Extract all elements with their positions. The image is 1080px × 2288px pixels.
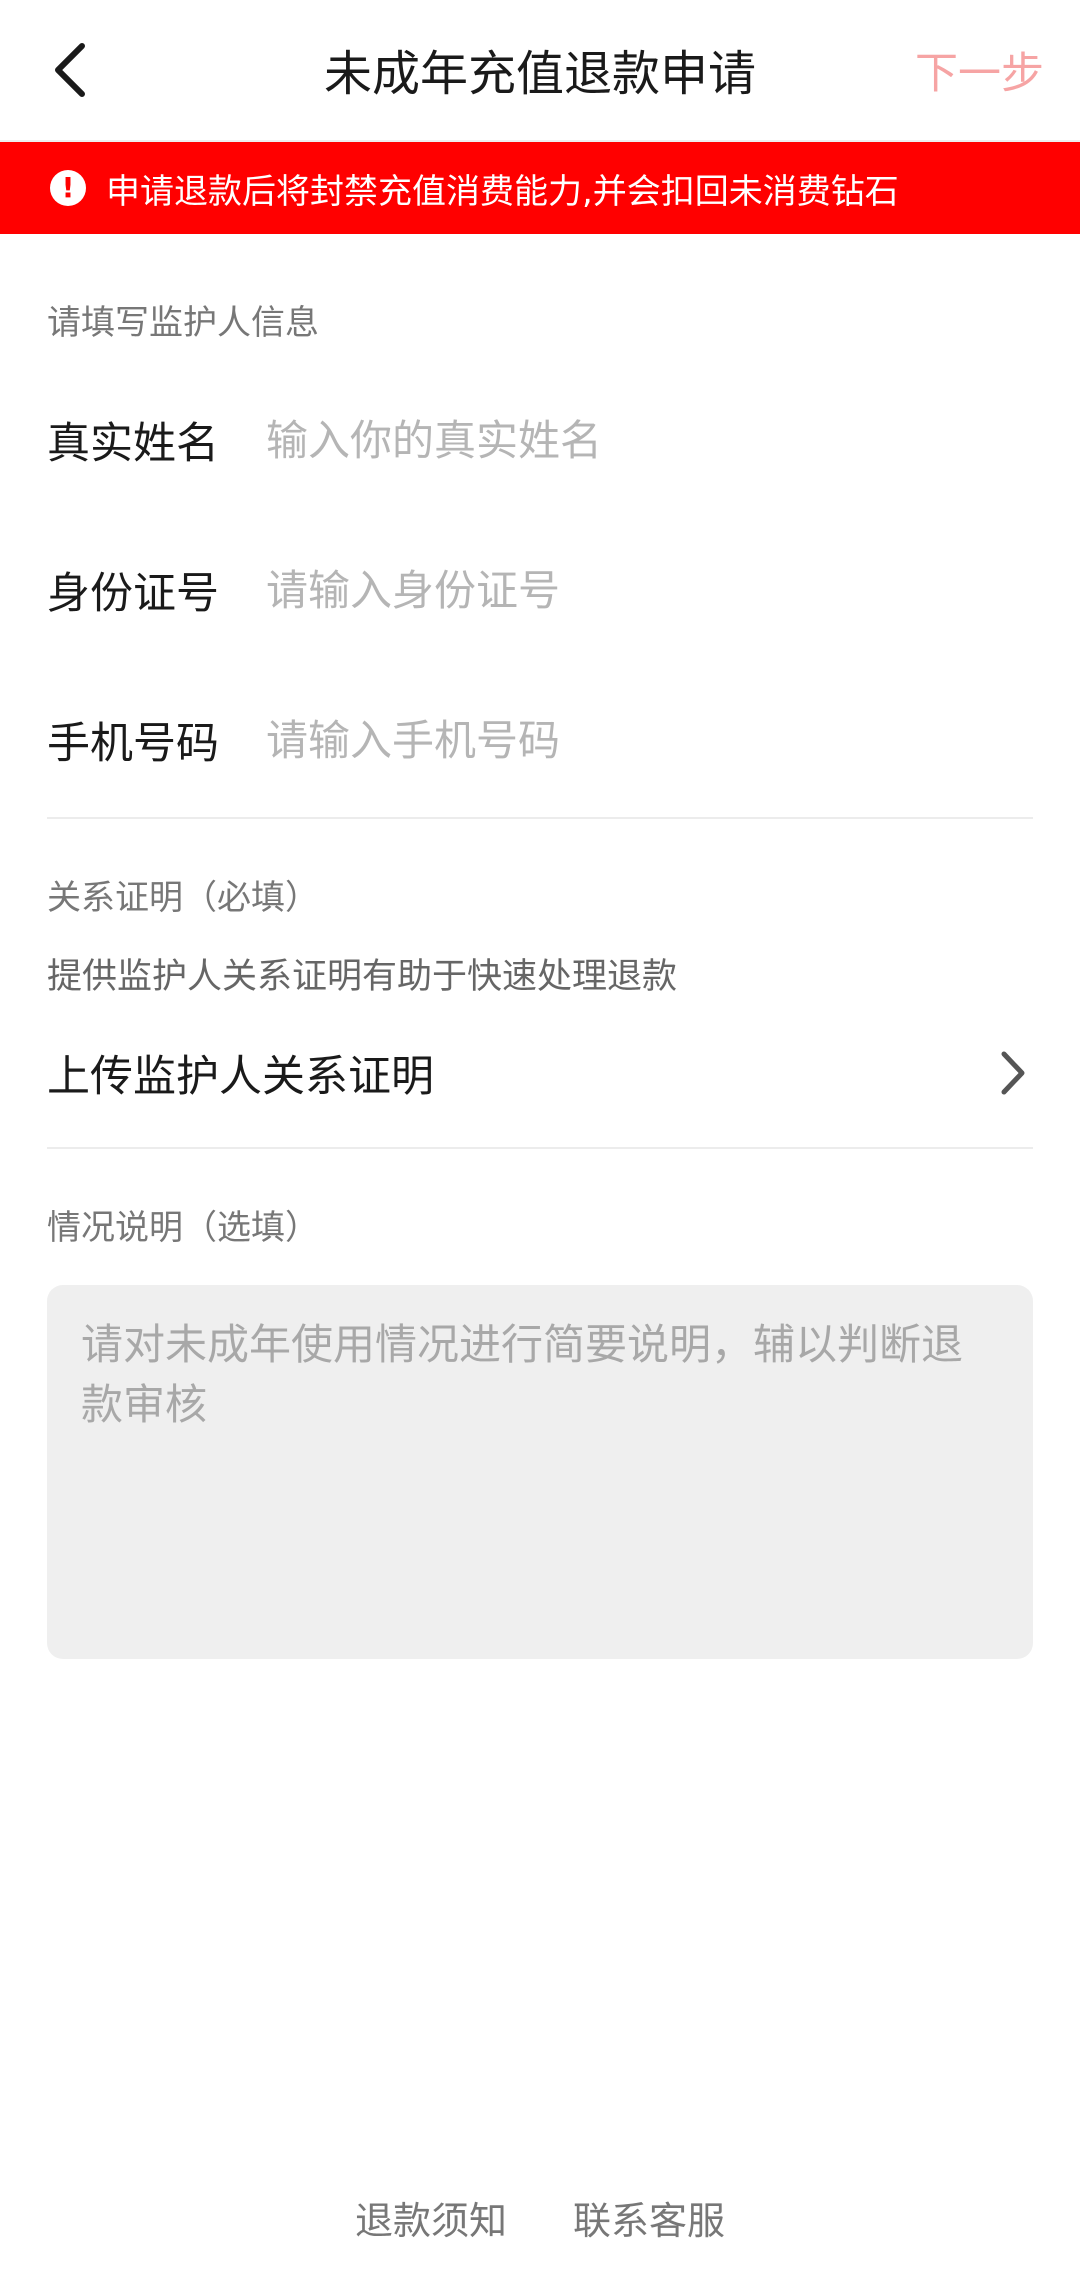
divider bbox=[47, 817, 1033, 819]
top-nav-bar: 未成年充值退款申请 下一步 bbox=[0, 0, 1080, 142]
contact-service-link[interactable]: 联系客服 bbox=[573, 2190, 725, 2245]
footer-links: 退款须知 联系客服 bbox=[0, 2190, 1080, 2245]
warning-text: 申请退款后将封禁充值消费能力,并会扣回未消费钻石 bbox=[106, 171, 899, 212]
chevron-right-icon bbox=[993, 1043, 1033, 1103]
id-number-row: 身份证号 bbox=[47, 550, 1033, 630]
relation-hint: 提供监护人关系证明有助于快速处理退款 bbox=[47, 957, 678, 997]
exclamation-circle-icon: ! bbox=[50, 170, 86, 206]
situation-textarea-container bbox=[47, 1285, 1033, 1659]
id-number-label: 身份证号 bbox=[47, 569, 219, 619]
phone-number-row: 手机号码 bbox=[47, 700, 1033, 780]
phone-number-label: 手机号码 bbox=[47, 719, 219, 769]
real-name-label: 真实姓名 bbox=[47, 419, 219, 469]
real-name-input[interactable] bbox=[266, 415, 1033, 465]
warning-banner: ! 申请退款后将封禁充值消费能力,并会扣回未消费钻石 bbox=[0, 142, 1080, 234]
upload-relation-proof-label: 上传监护人关系证明 bbox=[47, 1052, 434, 1102]
refund-notice-link[interactable]: 退款须知 bbox=[355, 2190, 507, 2245]
id-number-input[interactable] bbox=[266, 565, 1033, 615]
divider bbox=[47, 1147, 1033, 1149]
guardian-section-label: 请填写监护人信息 bbox=[47, 303, 319, 343]
phone-number-input[interactable] bbox=[266, 715, 1033, 765]
real-name-row: 真实姓名 bbox=[47, 400, 1033, 480]
situation-textarea[interactable] bbox=[81, 1315, 999, 1629]
next-step-button[interactable]: 下一步 bbox=[915, 0, 1044, 140]
relation-section-label: 关系证明（必填） bbox=[47, 878, 319, 918]
upload-relation-proof-row[interactable]: 上传监护人关系证明 bbox=[47, 1030, 1033, 1116]
situation-section-label: 情况说明（选填） bbox=[47, 1208, 319, 1248]
